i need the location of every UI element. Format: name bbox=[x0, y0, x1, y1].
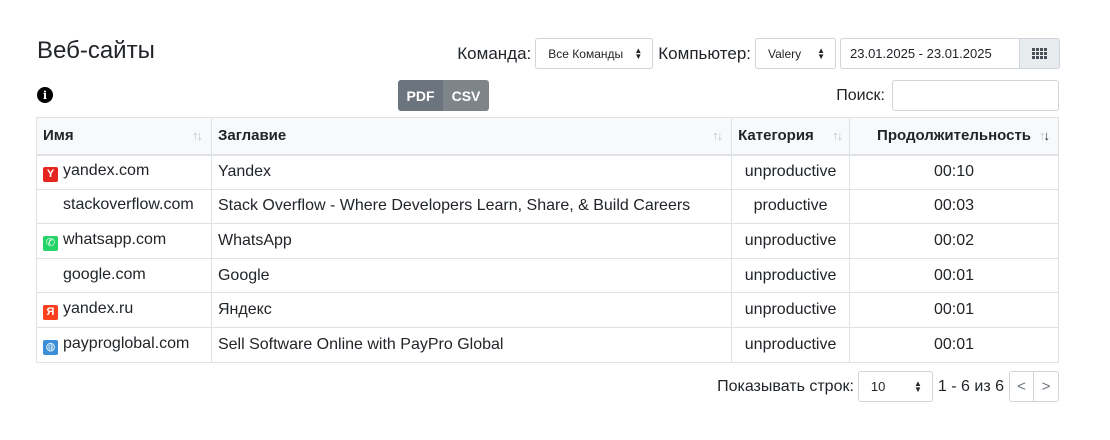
date-range-picker: 23.01.2025 - 23.01.2025 bbox=[840, 38, 1060, 69]
page-title-cell: Sell Software Online with PayPro Global bbox=[210, 326, 733, 363]
page-title-cell: Яндекс bbox=[210, 292, 733, 328]
column-header-category[interactable]: Категория ↑↓ bbox=[731, 117, 851, 156]
duration-cell: 00:02 bbox=[849, 223, 1059, 259]
site-name: yandex.ru bbox=[63, 300, 134, 318]
pdf-export-button[interactable]: PDF bbox=[398, 80, 443, 111]
computer-select-value: Valery bbox=[768, 46, 802, 61]
table-row[interactable]: ✆ whatsapp.com WhatsApp unproductive 00:0… bbox=[36, 223, 1059, 259]
column-header-name[interactable]: Имя ↑↓ bbox=[36, 117, 212, 156]
search-input[interactable] bbox=[892, 80, 1059, 111]
column-header-title[interactable]: Заглавие ↑↓ bbox=[210, 117, 733, 156]
duration-cell: 00:01 bbox=[849, 257, 1059, 294]
category-cell: unproductive bbox=[731, 257, 851, 294]
page-title-cell: Google bbox=[210, 257, 733, 294]
table-row[interactable]: Yyandex.com Yandex unproductive 00:10 bbox=[36, 154, 1059, 190]
category-cell: unproductive bbox=[731, 326, 851, 363]
stackoverflow-icon: ≡ bbox=[47, 202, 54, 215]
select-caret-icon: ▲ ▼ bbox=[634, 45, 643, 61]
filters-bar: Команда: Все Команды ▲ ▼ Компьютер: Valer… bbox=[457, 38, 1060, 69]
computer-select[interactable]: Valery ▲ ▼ bbox=[755, 38, 836, 69]
sort-desc-icon: ↑↓ bbox=[1039, 128, 1050, 143]
table-row[interactable]: ≡ stackoverflow.com Stack Overflow - Wher… bbox=[36, 188, 1059, 225]
computer-label: Компьютер: bbox=[658, 43, 751, 63]
table-header-row: Имя ↑↓ Заглавие ↑↓ Категория ↑↓ Продолжител… bbox=[36, 117, 1059, 156]
page-title-cell: WhatsApp bbox=[210, 223, 733, 259]
sort-icon: ↑↓ bbox=[191, 128, 203, 143]
globe-icon: ◍ bbox=[43, 339, 58, 355]
yandex-ru-icon: Я bbox=[43, 305, 58, 321]
team-select-value: Все Команды bbox=[548, 46, 624, 61]
calendar-button[interactable] bbox=[1019, 38, 1060, 69]
table-row[interactable]: ◍ payproglobal.com Sell Software Online w… bbox=[36, 326, 1059, 363]
websites-table: Имя ↑↓ Заглавие ↑↓ Категория ↑↓ Продолжител… bbox=[36, 117, 1059, 363]
page-title-cell: Stack Overflow - Where Developers Learn,… bbox=[210, 188, 733, 225]
pagination: Показывать строк: 10 ▲ ▼ 1 - 6 из 6 < > bbox=[717, 371, 1059, 402]
export-button-group: PDF CSV bbox=[398, 80, 489, 111]
table-row[interactable]: Яyandex.ru Яндекс unproductive 00:01 bbox=[36, 292, 1059, 328]
sort-icon: ↑↓ bbox=[712, 128, 723, 143]
page-title: Веб-сайты bbox=[37, 37, 155, 64]
info-icon[interactable]: i bbox=[37, 87, 53, 103]
category-cell: unproductive bbox=[731, 154, 851, 190]
select-caret-icon: ▲ ▼ bbox=[914, 378, 922, 394]
rows-per-page-value: 10 bbox=[870, 379, 886, 394]
date-range-input[interactable]: 23.01.2025 - 23.01.2025 bbox=[840, 38, 1019, 69]
site-name: stackoverflow.com bbox=[63, 196, 194, 214]
duration-cell: 00:01 bbox=[849, 292, 1059, 328]
site-name: google.com bbox=[63, 265, 146, 283]
team-label: Команда: bbox=[457, 43, 532, 63]
rows-per-page-label: Показывать строк: bbox=[717, 377, 854, 395]
google-icon: G bbox=[46, 271, 55, 284]
site-name: whatsapp.com bbox=[63, 230, 167, 248]
duration-cell: 00:10 bbox=[849, 154, 1059, 190]
whatsapp-icon: ✆ bbox=[43, 235, 58, 251]
category-cell: productive bbox=[731, 188, 851, 225]
duration-cell: 00:01 bbox=[849, 326, 1059, 363]
column-header-duration[interactable]: Продолжительность ↑↓ bbox=[849, 117, 1059, 156]
search-label: Поиск: bbox=[836, 86, 885, 104]
sort-icon: ↑↓ bbox=[832, 128, 843, 143]
csv-export-button[interactable]: CSV bbox=[443, 80, 489, 111]
site-name: payproglobal.com bbox=[63, 334, 190, 352]
calendar-grid-icon bbox=[1032, 48, 1047, 59]
pagination-info: 1 - 6 из 6 bbox=[937, 377, 1004, 395]
site-name: yandex.com bbox=[63, 162, 150, 180]
rows-per-page-select[interactable]: 10 ▲ ▼ bbox=[857, 371, 933, 402]
prev-page-button[interactable]: < bbox=[1009, 371, 1034, 402]
select-caret-icon: ▲ ▼ bbox=[817, 45, 825, 61]
next-page-button[interactable]: > bbox=[1034, 371, 1059, 402]
page-title-cell: Yandex bbox=[210, 154, 733, 190]
team-select[interactable]: Все Команды ▲ ▼ bbox=[535, 38, 654, 69]
yandex-icon: Y bbox=[43, 167, 58, 183]
table-row[interactable]: Ggoogle.com Google unproductive 00:01 bbox=[36, 257, 1059, 294]
duration-cell: 00:03 bbox=[849, 188, 1059, 225]
category-cell: unproductive bbox=[731, 292, 851, 328]
category-cell: unproductive bbox=[731, 223, 851, 259]
search-box: Поиск: bbox=[836, 80, 1059, 111]
